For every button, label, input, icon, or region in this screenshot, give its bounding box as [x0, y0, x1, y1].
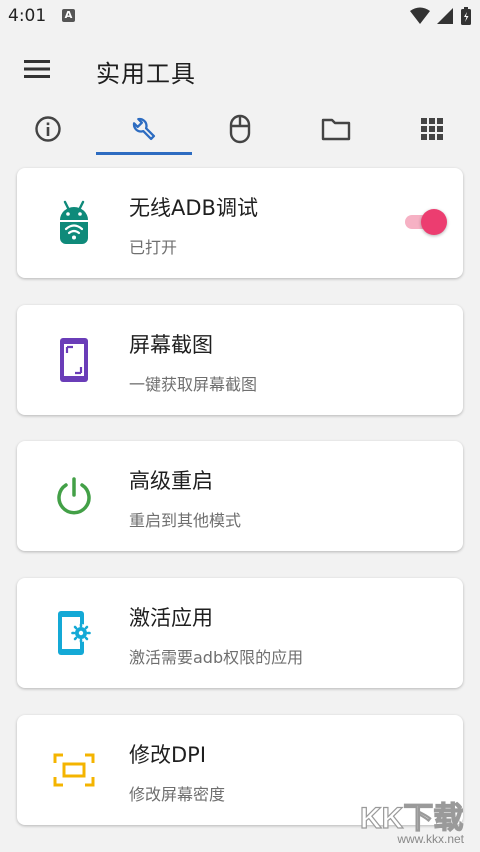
wrench-icon [132, 117, 156, 141]
card-activate-apps[interactable]: 激活应用 激活需要adb权限的应用 [17, 578, 463, 688]
wireless-adb-toggle[interactable] [401, 209, 447, 235]
dpi-frame-icon [49, 745, 99, 795]
tab-mouse[interactable] [192, 104, 288, 154]
card-wireless-adb[interactable]: 无线ADB调试 已打开 [17, 168, 463, 278]
grid-icon [421, 118, 443, 140]
status-time: 4:01 [8, 6, 47, 26]
watermark-url: www.kkx.net [397, 832, 464, 846]
toggle-thumb [421, 209, 447, 235]
card-title: 屏幕截图 [129, 333, 213, 357]
battery-icon [461, 7, 471, 25]
kk-logo: KK下载 [359, 801, 464, 835]
tab-info[interactable] [0, 104, 96, 154]
card-title: 激活应用 [129, 606, 213, 630]
card-subtitle: 修改屏幕密度 [129, 785, 226, 804]
power-icon [49, 471, 99, 521]
svg-text:KK下载: KK下载 [360, 802, 463, 835]
card-subtitle: 重启到其他模式 [129, 511, 242, 530]
card-subtitle: 已打开 [129, 238, 178, 257]
card-subtitle: 激活需要adb权限的应用 [129, 648, 304, 667]
info-icon [35, 116, 61, 142]
phone-gear-icon [49, 608, 99, 658]
status-bar: 4:01 A [0, 0, 480, 34]
android-wifi-icon [49, 198, 99, 248]
status-icons [410, 6, 472, 26]
mouse-icon [229, 114, 251, 144]
tab-tools[interactable] [96, 104, 192, 154]
notification-icon: A [62, 9, 75, 22]
screenshot-icon [49, 335, 99, 385]
tab-apps[interactable] [384, 104, 480, 154]
signal-icon [437, 8, 453, 24]
card-advanced-reboot[interactable]: 高级重启 重启到其他模式 [17, 441, 463, 551]
card-title: 无线ADB调试 [129, 196, 258, 220]
page-title: 实用工具 [96, 60, 196, 88]
watermark: KK下载 www.kkx.net [354, 798, 474, 850]
folder-icon [321, 118, 351, 141]
card-screenshot[interactable]: 屏幕截图 一键获取屏幕截图 [17, 305, 463, 415]
menu-icon[interactable] [24, 58, 50, 80]
wifi-icon [410, 7, 430, 24]
tab-bar [0, 104, 480, 155]
tab-files[interactable] [288, 104, 384, 154]
card-title: 高级重启 [129, 469, 213, 493]
card-title: 修改DPI [129, 743, 207, 767]
tab-indicator [96, 152, 192, 155]
app-bar: 实用工具 [0, 40, 480, 100]
card-subtitle: 一键获取屏幕截图 [129, 375, 258, 394]
